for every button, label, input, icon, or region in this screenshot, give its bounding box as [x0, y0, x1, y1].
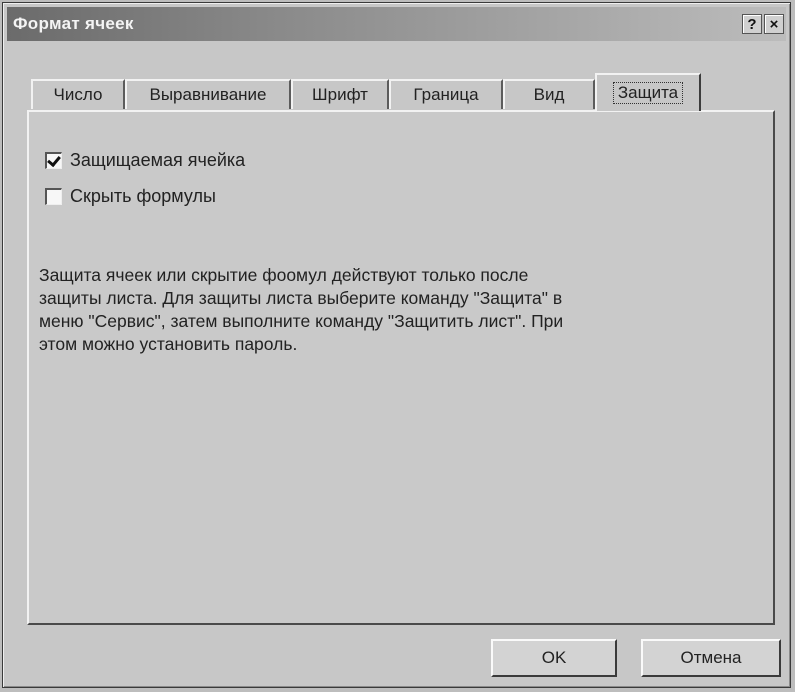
dialog-title: Формат ячеек — [13, 14, 134, 33]
help-button[interactable]: ? — [742, 14, 762, 34]
tab-border[interactable]: Граница — [389, 79, 503, 109]
format-cells-dialog: Формат ячеек ? × Число Выравнивание Шриф… — [2, 2, 791, 688]
tab-number[interactable]: Число — [31, 79, 125, 109]
close-button[interactable]: × — [764, 14, 784, 34]
locked-cell-checkbox[interactable] — [45, 152, 62, 169]
locked-cell-option[interactable]: Защищаемая ячейка — [45, 150, 245, 171]
tab-view[interactable]: Вид — [503, 79, 595, 109]
protection-panel: Защищаемая ячейка Скрыть формулы Защита … — [27, 110, 775, 625]
title-bar[interactable]: Формат ячеек ? × — [7, 7, 786, 41]
cancel-button[interactable]: Отмена — [641, 639, 781, 677]
protection-note: Защита ячеек или скрытие фоомул действую… — [39, 265, 564, 354]
ok-button[interactable]: OK — [491, 639, 617, 677]
tab-protection[interactable]: Защита — [595, 73, 701, 111]
hide-formulas-label: Скрыть формулы — [70, 186, 216, 206]
locked-cell-label: Защищаемая ячейка — [70, 150, 246, 170]
hide-formulas-option[interactable]: Скрыть формулы — [45, 186, 216, 207]
tab-alignment[interactable]: Выравнивание — [125, 79, 291, 109]
hide-formulas-checkbox[interactable] — [45, 188, 62, 205]
tab-font[interactable]: Шрифт — [291, 79, 389, 109]
